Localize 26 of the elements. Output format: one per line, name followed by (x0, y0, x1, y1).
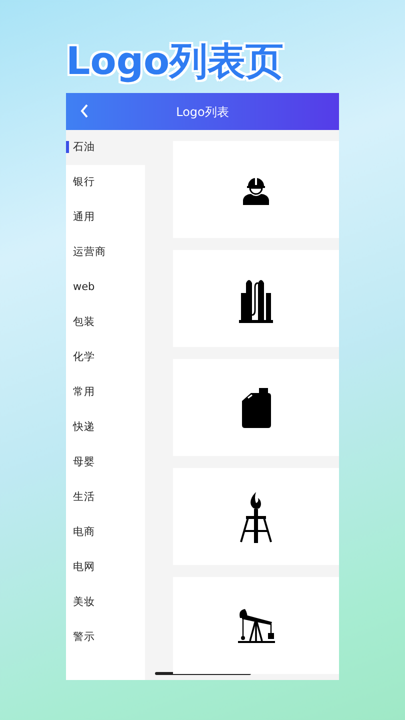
logo-card[interactable] (173, 359, 339, 456)
category-item[interactable]: 电网 (66, 550, 145, 585)
category-item[interactable]: 银行 (66, 165, 145, 200)
category-item[interactable]: 电商 (66, 515, 145, 550)
category-item[interactable]: 石油 (66, 130, 145, 165)
category-item[interactable]: 快递 (66, 410, 145, 445)
canister-icon (239, 386, 273, 428)
logo-card[interactable] (173, 577, 339, 674)
category-item[interactable]: 通用 (66, 200, 145, 235)
category-item[interactable]: web (66, 270, 145, 305)
app-bar-title: Logo列表 (176, 104, 229, 120)
back-icon[interactable] (80, 104, 89, 118)
category-item[interactable]: 化学 (66, 340, 145, 375)
page-headline: Logo列表页 (66, 38, 284, 85)
pumpjack-icon (236, 608, 276, 644)
category-item[interactable]: 常用 (66, 375, 145, 410)
logo-card[interactable] (173, 468, 339, 565)
logo-card[interactable] (173, 141, 339, 238)
category-item[interactable]: 运营商 (66, 235, 145, 270)
gas-flare-icon (238, 490, 274, 544)
category-item[interactable]: 包装 (66, 305, 145, 340)
category-item[interactable]: 美妆 (66, 585, 145, 620)
category-item[interactable]: 母婴 (66, 445, 145, 480)
category-item[interactable]: 警示 (66, 620, 145, 655)
category-item[interactable]: 生活 (66, 480, 145, 515)
logo-card[interactable] (173, 250, 339, 347)
